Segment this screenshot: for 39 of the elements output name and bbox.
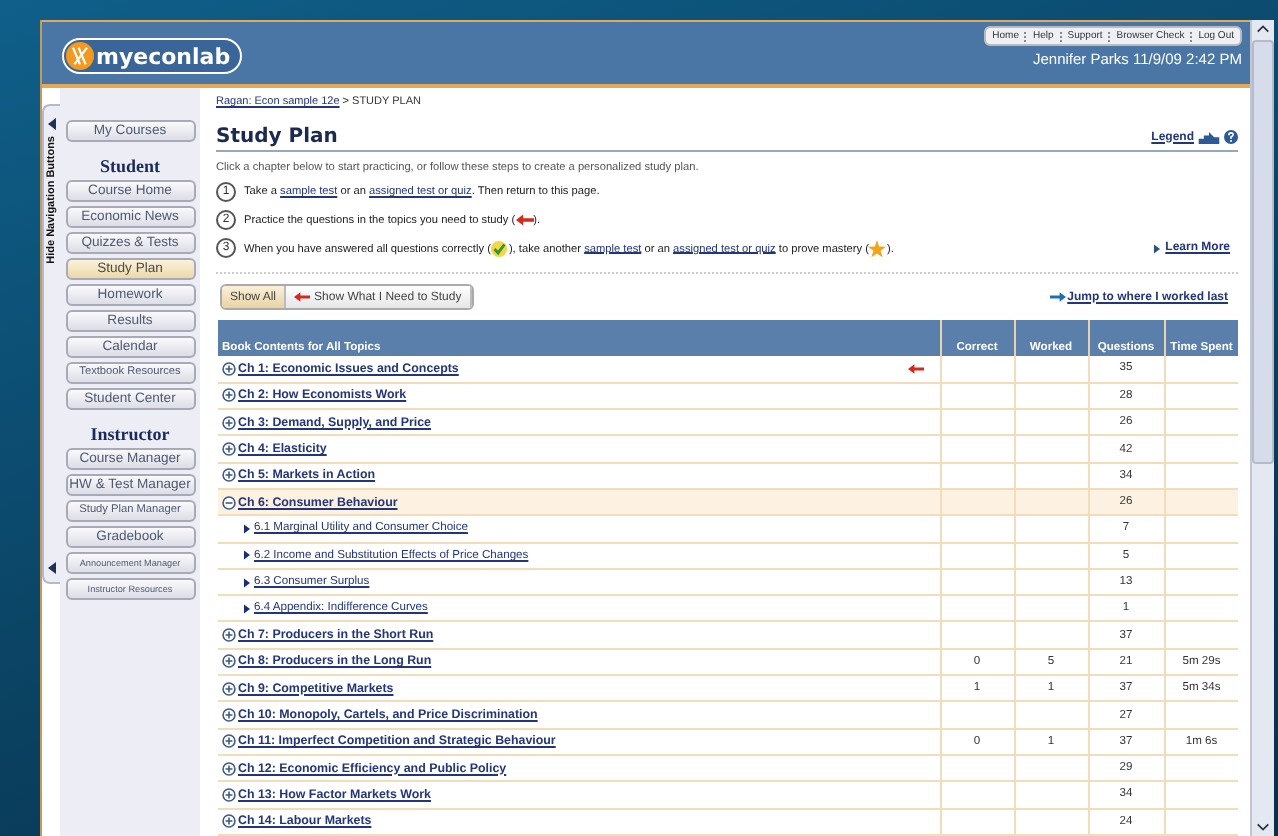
scrollbar-thumb[interactable] xyxy=(1252,40,1274,464)
logo-text: myeconlab xyxy=(96,43,231,69)
check-icon xyxy=(490,239,509,257)
triangle-icon xyxy=(244,577,250,588)
arrow-icon xyxy=(515,213,534,226)
arrow-icon xyxy=(907,363,923,374)
logo[interactable]: myeconlab xyxy=(62,38,243,74)
expand-icon[interactable] xyxy=(222,388,236,403)
expand-icon[interactable] xyxy=(222,787,236,802)
expand-icon[interactable] xyxy=(222,415,236,430)
expand-icon[interactable] xyxy=(222,442,236,457)
triangle-icon xyxy=(244,603,250,614)
scroll-up-icon[interactable] xyxy=(1256,24,1270,34)
page-title: Study Plan xyxy=(216,126,340,148)
expand-icon[interactable] xyxy=(222,361,236,376)
help-icon[interactable] xyxy=(1224,130,1238,144)
triangle-icon xyxy=(244,550,250,561)
chart-icon[interactable] xyxy=(1198,131,1220,143)
scrollbar[interactable] xyxy=(1250,20,1274,836)
collapse-icon[interactable] xyxy=(48,562,56,574)
expand-icon[interactable] xyxy=(222,468,236,483)
expand-icon[interactable] xyxy=(222,654,236,669)
expand-icon[interactable] xyxy=(222,734,236,749)
expand-icon[interactable] xyxy=(222,681,236,696)
star-icon xyxy=(868,239,887,257)
triangle-icon xyxy=(1153,243,1160,253)
logo-icon xyxy=(66,42,94,70)
expand-icon[interactable] xyxy=(222,814,236,829)
expand-icon[interactable] xyxy=(222,708,236,722)
arrow-icon xyxy=(294,292,311,302)
arrow-icon xyxy=(1049,292,1066,302)
expand-icon[interactable] xyxy=(222,761,236,776)
sidebar-heading: Student xyxy=(99,156,160,176)
collapse-icon[interactable] xyxy=(222,495,236,510)
triangle-icon xyxy=(244,523,250,534)
collapse-icon[interactable] xyxy=(48,118,56,130)
scroll-down-icon[interactable] xyxy=(1256,822,1270,832)
expand-icon[interactable] xyxy=(222,628,236,643)
sidebar-heading: Instructor xyxy=(90,424,170,444)
